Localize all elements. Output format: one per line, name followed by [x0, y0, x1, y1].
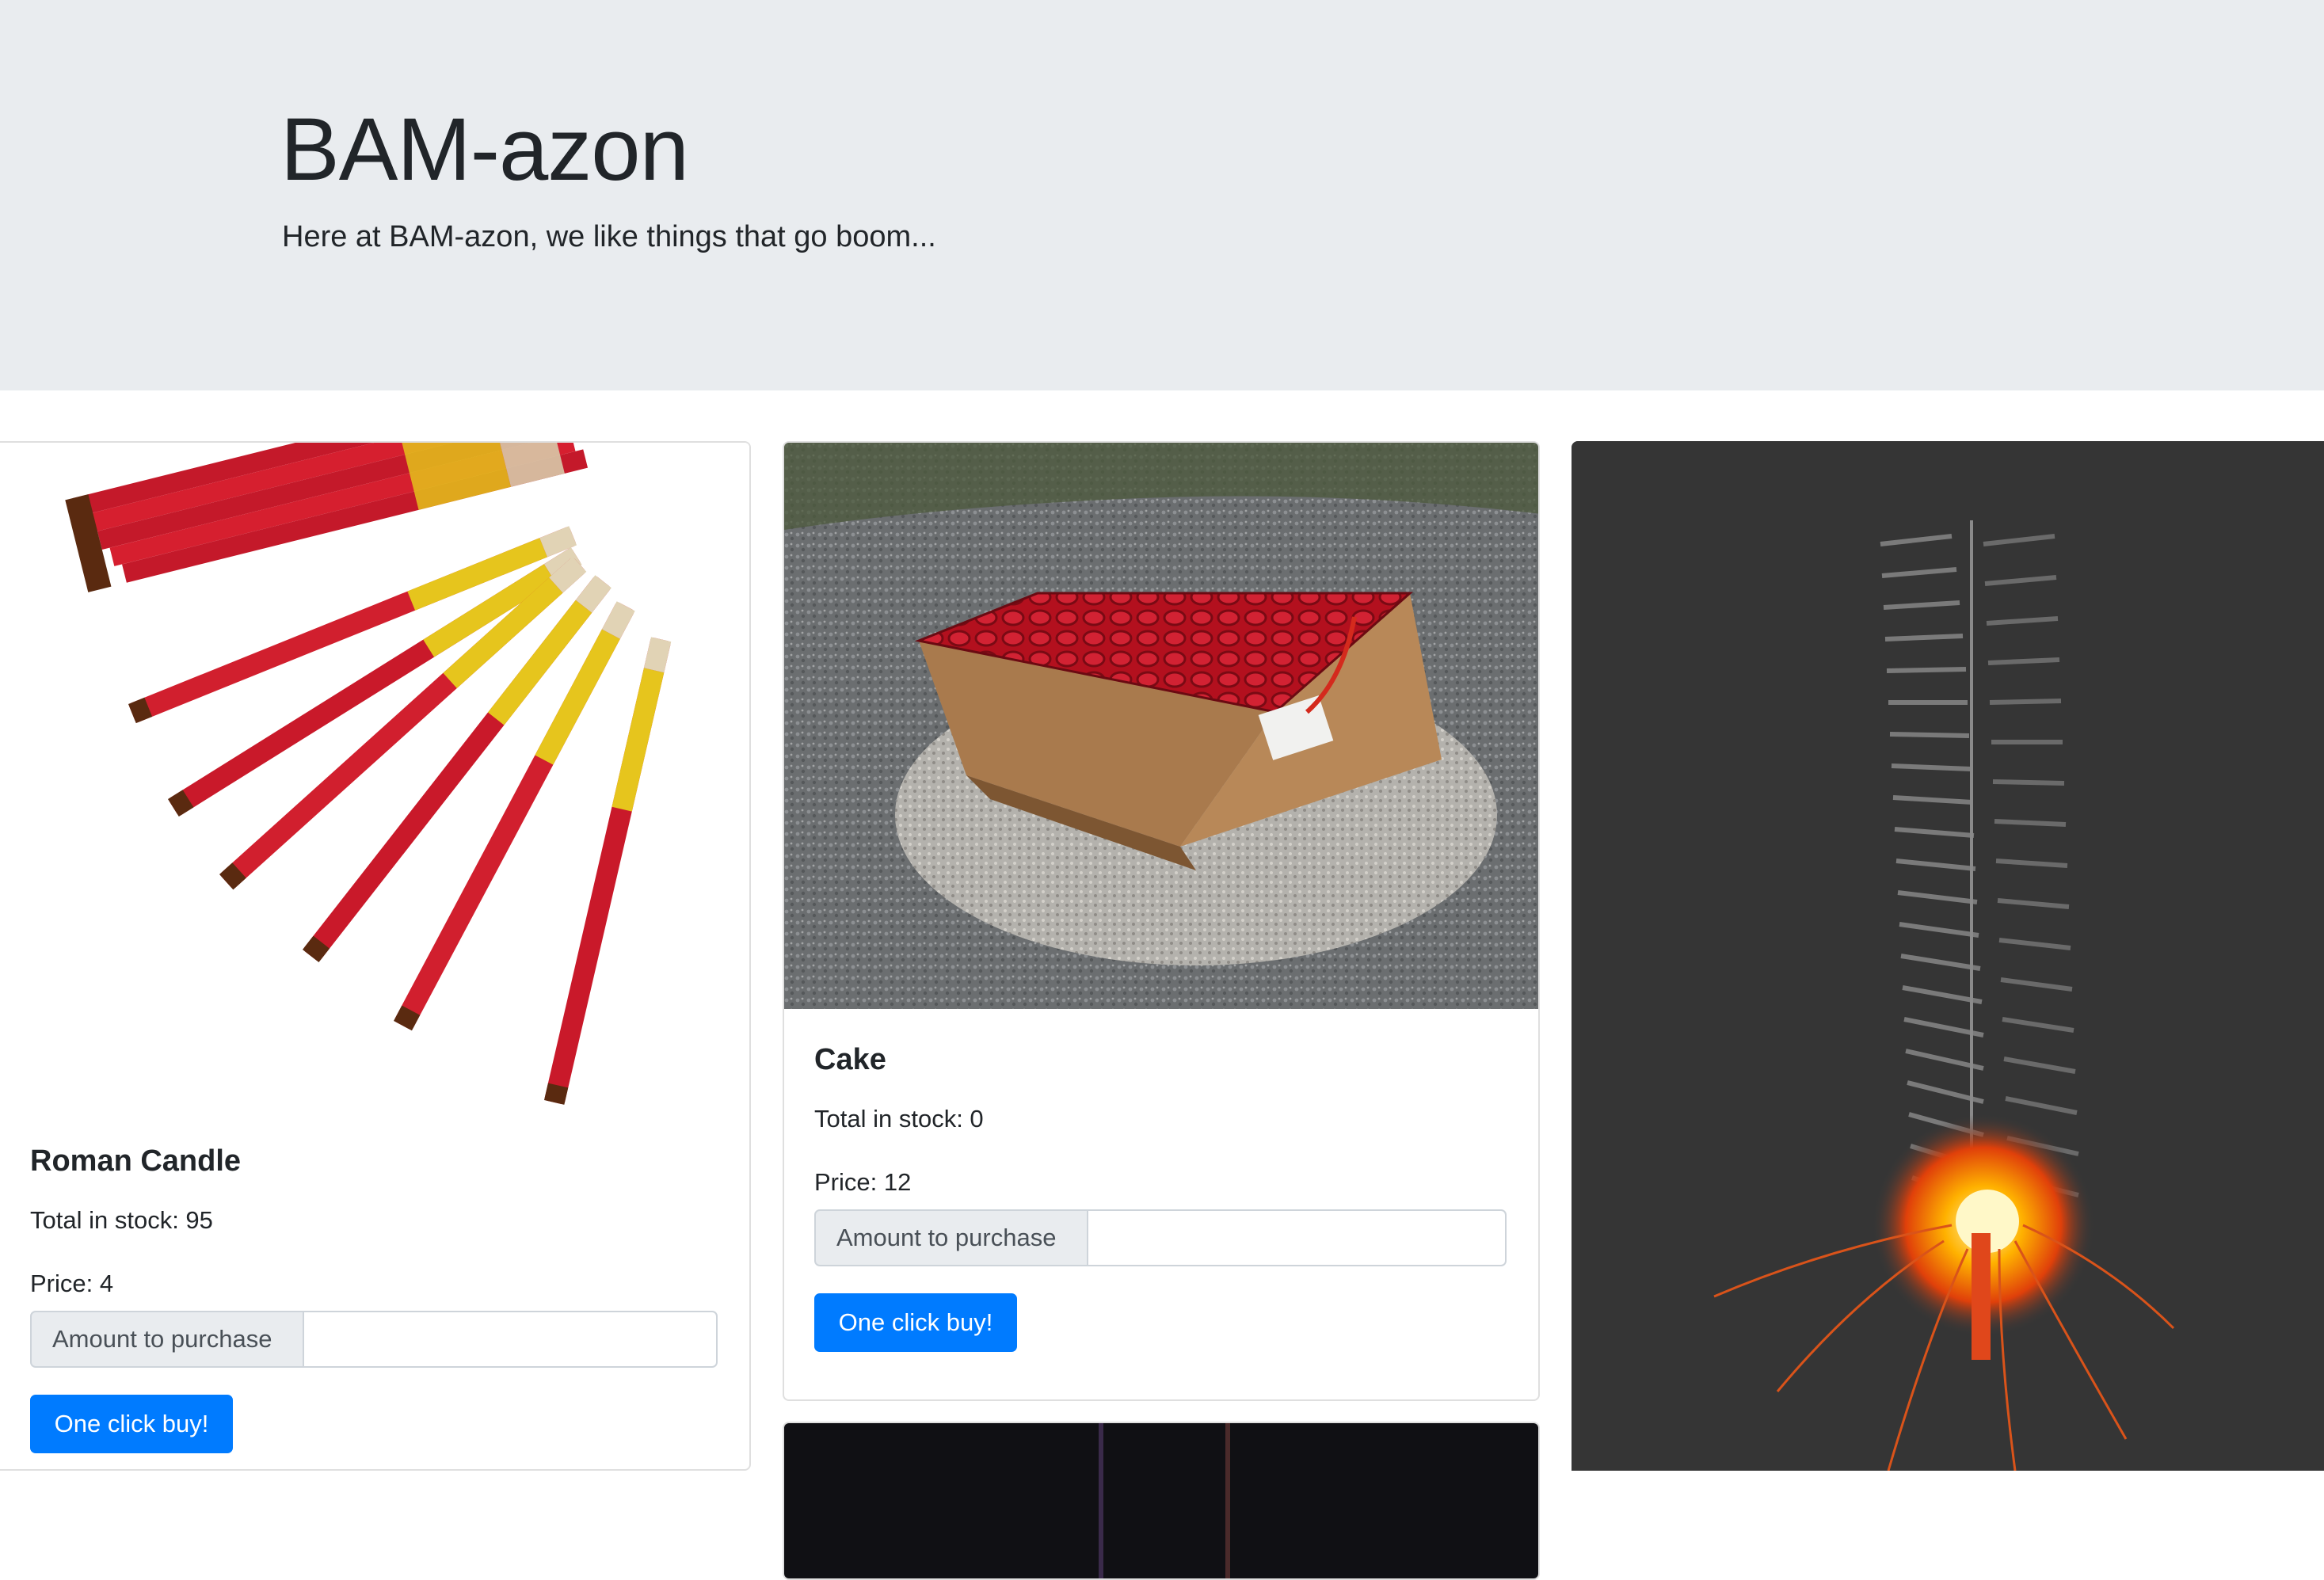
product-stock: Total in stock: 0: [814, 1105, 984, 1133]
firework-cake-box-image: [784, 443, 1538, 1009]
roman-candle-bundle-image: [0, 443, 749, 1128]
amount-label: Amount to purchase: [30, 1311, 304, 1368]
amount-label: Amount to purchase: [814, 1209, 1088, 1266]
firecracker-string-image: [1572, 441, 2324, 1471]
product-name: Cake: [814, 1043, 886, 1076]
product-price: Price: 4: [30, 1270, 114, 1297]
product-stock: Total in stock: 95: [30, 1206, 213, 1234]
cake-image: [784, 443, 1538, 1009]
product-price: Price: 12: [814, 1168, 912, 1196]
jumbotron-header: BAM-azon Here at BAM-azon, we like thing…: [0, 0, 2324, 390]
product-image-partial: [784, 1423, 1538, 1578]
product-card: [783, 1422, 1540, 1580]
product-image: [784, 1423, 1538, 1578]
one-click-buy-button[interactable]: One click buy!: [814, 1293, 1017, 1352]
firecracker-image: [1572, 441, 2324, 1471]
amount-input-group: Amount to purchase: [814, 1209, 1507, 1270]
amount-input[interactable]: [1088, 1209, 1507, 1266]
page-tagline: Here at BAM-azon, we like things that go…: [282, 220, 936, 253]
product-card: [1572, 441, 2324, 1471]
amount-input[interactable]: [304, 1311, 718, 1368]
page-title: BAM-azon: [280, 100, 689, 199]
product-card: Roman Candle Total in stock: 95 Price: 4…: [0, 441, 751, 1471]
amount-input-group: Amount to purchase: [30, 1311, 718, 1371]
roman-candle-image: [0, 443, 749, 1128]
product-name: Roman Candle: [30, 1144, 242, 1178]
product-card: Cake Total in stock: 0 Price: 12 Amount …: [783, 441, 1540, 1401]
